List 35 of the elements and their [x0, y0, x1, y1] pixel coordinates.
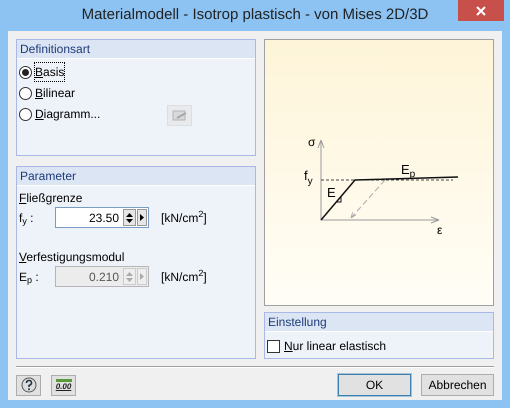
menu-button[interactable]	[137, 209, 147, 226]
radio-button[interactable]	[19, 66, 32, 78]
radio-label[interactable]: Bilinear	[35, 84, 76, 102]
unit-label: [kN/cm$^{2}$]	[161, 208, 207, 226]
field-heading: Fließgrenze	[19, 190, 84, 207]
chart-edit-icon	[172, 110, 188, 122]
radio-label[interactable]: Diagramm...	[35, 105, 100, 123]
radio-button[interactable]	[19, 108, 32, 120]
field-heading: Verfestigungsmodul	[19, 249, 126, 266]
decimal-label: 0.00	[56, 382, 72, 391]
dialog-button[interactable]: Abbrechen	[421, 374, 494, 396]
checkbox[interactable]	[267, 340, 280, 352]
radio-button[interactable]	[19, 86, 32, 100]
panel-title: Definitionsart	[19, 41, 90, 58]
dialog-button[interactable]: OK	[338, 374, 411, 396]
close-button[interactable]	[458, 0, 504, 21]
unit-label: [kN/cm$^{2}$]	[161, 268, 207, 286]
panel-title: Einstellung	[267, 314, 327, 331]
close-icon	[476, 6, 486, 16]
spin-button[interactable]	[123, 209, 136, 226]
symbol-label: f$_{y}$ :	[19, 210, 35, 226]
help-button[interactable]	[16, 374, 41, 396]
up-down-arrows-icon	[126, 212, 133, 224]
symbol-label: E$_{p}$ :	[19, 268, 40, 286]
radio-label[interactable]: Basis	[35, 63, 64, 81]
units-button[interactable]: 0.00	[51, 374, 76, 396]
help-icon	[20, 377, 36, 393]
right-arrow-icon	[140, 273, 144, 280]
up-down-arrows-icon	[126, 270, 133, 282]
stress-strain-diagram: σ f$_{y}$ E E$_{p}$ ε	[299, 108, 459, 238]
checkbox-label[interactable]: Nur linear elastisch	[284, 337, 386, 355]
panel-title: Parameter	[19, 168, 76, 185]
right-arrow-icon	[140, 214, 144, 221]
window-title: Materialmodell - Isotrop plastisch - von Mises 2D/3D	[82, 5, 428, 26]
number-field[interactable]: 23.50	[55, 207, 149, 228]
